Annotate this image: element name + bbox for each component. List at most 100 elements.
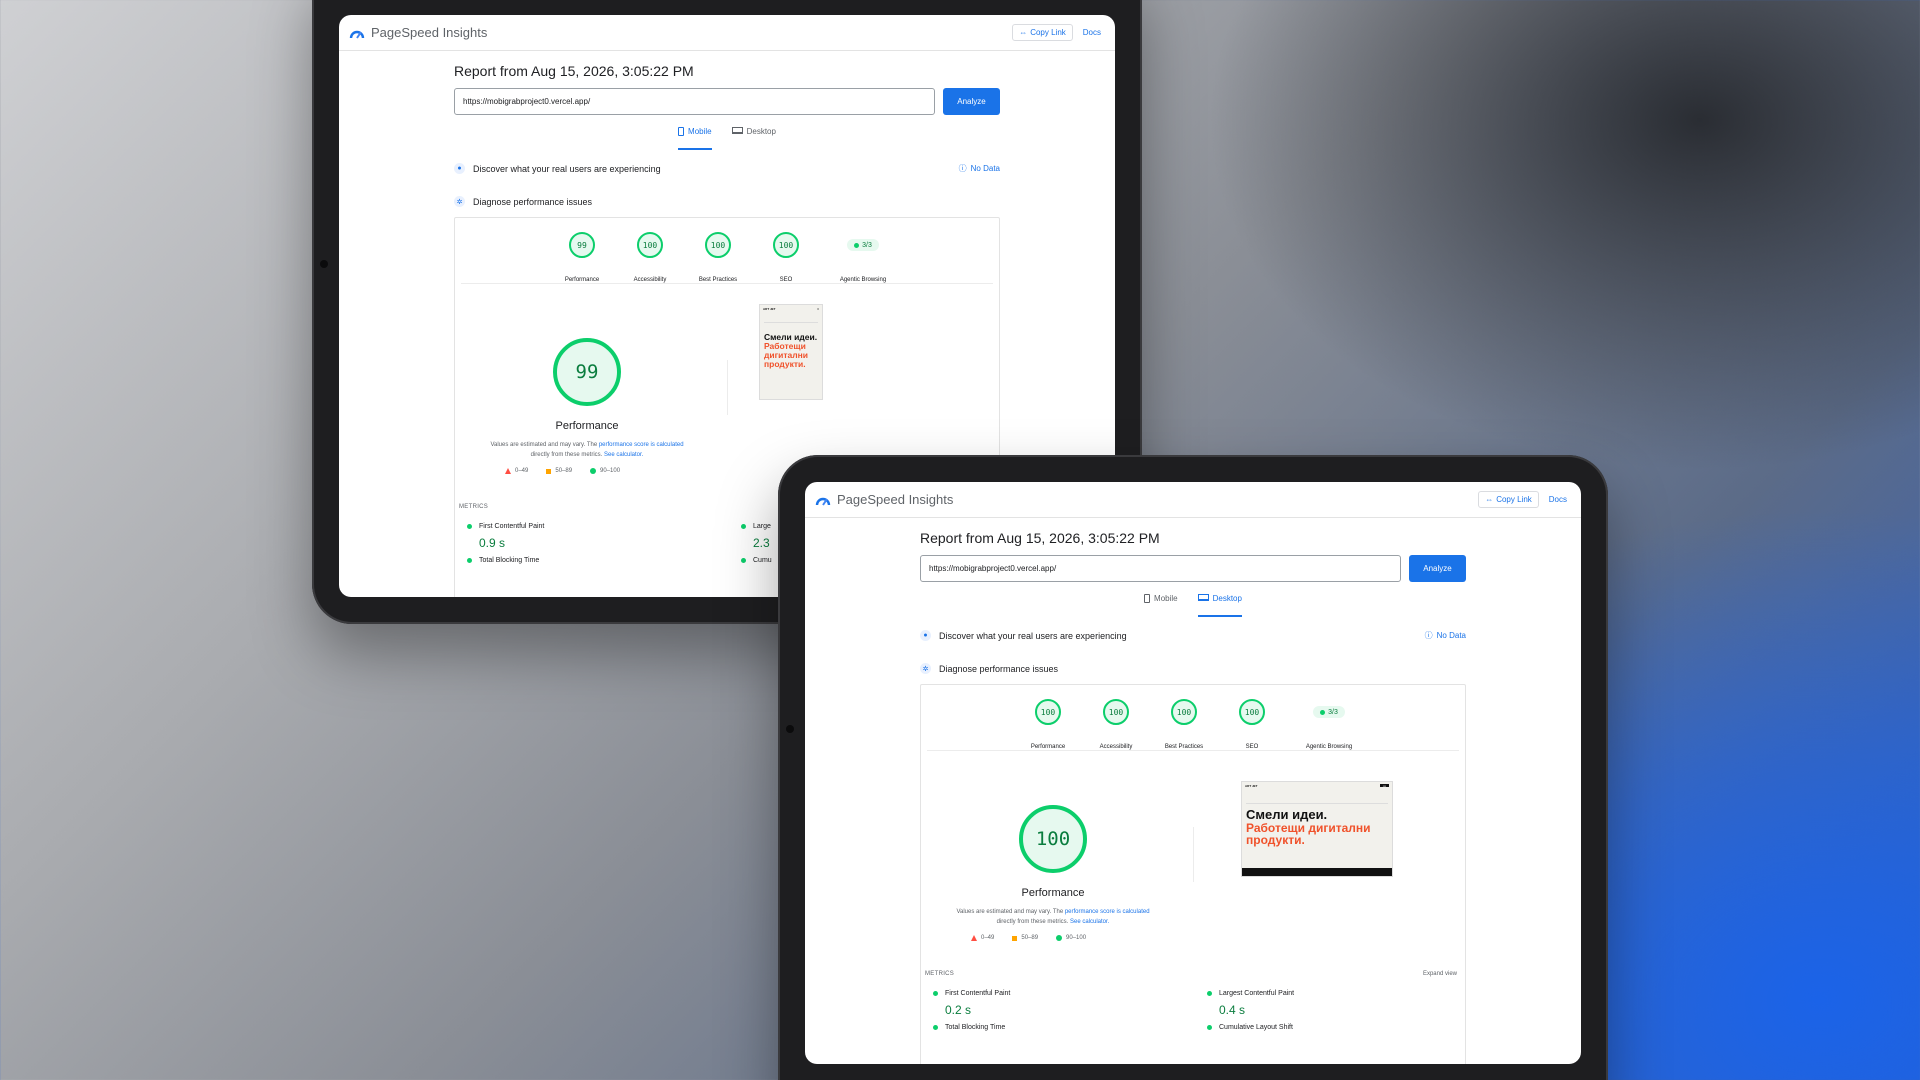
metrics-header: METRICS bbox=[925, 971, 955, 977]
gauge-agentic-browsing[interactable]: 3/3 Agentic Browsing bbox=[1299, 699, 1359, 750]
metric-lcp-value: 0.4 s bbox=[1219, 1003, 1246, 1017]
users-icon: ● bbox=[920, 630, 931, 641]
score-calc-link[interactable]: performance score is calculated bbox=[599, 442, 684, 448]
score-legend: 0–49 50–89 90–100 bbox=[505, 468, 620, 474]
pass-circle-icon bbox=[933, 1025, 938, 1030]
url-input[interactable]: https://mobigrabproject0.vercel.app/ bbox=[920, 555, 1401, 582]
see-calculator-link[interactable]: See calculator. bbox=[1070, 919, 1109, 925]
copy-link-button[interactable]: ⇔ Copy Link bbox=[1012, 24, 1073, 41]
metric-tbt: Total Blocking Time bbox=[933, 1024, 1005, 1031]
info-icon: ⓘ bbox=[1424, 631, 1433, 640]
performance-score-gauge: 99 bbox=[553, 338, 621, 406]
scores-panel: 100 Performance 100 Accessibility 100 Best … bbox=[920, 684, 1466, 1064]
no-data-link[interactable]: ⓘ No Data bbox=[959, 163, 1000, 174]
report-title: Report from Aug 15, 2026, 3:05:22 PM bbox=[454, 63, 694, 79]
pass-dot-icon bbox=[854, 242, 860, 248]
metric-cls: Cumulative Layout Shift bbox=[1207, 1024, 1293, 1031]
fail-triangle-icon bbox=[505, 468, 511, 474]
tab-desktop[interactable]: Desktop bbox=[1197, 594, 1243, 617]
device-tabs: Mobile Desktop bbox=[454, 127, 1000, 150]
gauge-best-practices[interactable]: 100 Best Practices bbox=[697, 232, 739, 283]
gauge-seo[interactable]: 100 SEO bbox=[765, 232, 807, 283]
tablet-front: PageSpeed Insights ⇔ Copy Link Docs Repor… bbox=[778, 455, 1608, 1080]
performance-label: Performance bbox=[1021, 887, 1085, 899]
metrics-header: METRICS bbox=[459, 504, 489, 510]
metric-cls: Cumu bbox=[741, 557, 772, 564]
metric-lcp-value: 2.3 bbox=[753, 536, 770, 550]
lab-data-section: ✲ Diagnose performance issues bbox=[454, 196, 1000, 207]
pass-circle-icon bbox=[741, 524, 746, 529]
analyze-button[interactable]: Analyze bbox=[1409, 555, 1466, 582]
metric-tbt: Total Blocking Time bbox=[467, 557, 539, 564]
gauge-seo[interactable]: 100 SEO bbox=[1231, 699, 1273, 750]
users-icon: ● bbox=[454, 163, 465, 174]
performance-note: Values are estimated and may vary. The p… bbox=[956, 909, 1150, 925]
score-legend: 0–49 50–89 90–100 bbox=[971, 935, 1086, 941]
metric-fcp: First Contentful Paint bbox=[933, 990, 1010, 997]
docs-link[interactable]: Docs bbox=[1079, 28, 1105, 37]
copy-link-button[interactable]: ⇔ Copy Link bbox=[1478, 491, 1539, 508]
link-icon: ⇔ bbox=[1485, 495, 1494, 504]
average-square-icon bbox=[546, 468, 552, 474]
phone-icon bbox=[678, 127, 685, 136]
fail-triangle-icon bbox=[971, 935, 977, 941]
field-data-section: ● Discover what your real users are expe… bbox=[454, 163, 1000, 174]
gauge-performance[interactable]: 100 Performance bbox=[1027, 699, 1069, 750]
metric-lcp: Large bbox=[741, 523, 771, 530]
divider bbox=[727, 360, 728, 415]
report-title: Report from Aug 15, 2026, 3:05:22 PM bbox=[920, 530, 1160, 546]
pass-circle-icon bbox=[1056, 935, 1063, 941]
docs-link[interactable]: Docs bbox=[1545, 495, 1571, 504]
average-square-icon bbox=[1012, 935, 1018, 941]
page-screenshot-mobile: ART JET ≡ Смели идеи. Работещи дигитални … bbox=[759, 304, 823, 400]
divider bbox=[1193, 827, 1194, 882]
laptop-icon bbox=[731, 127, 743, 134]
gauge-accessibility[interactable]: 100 Accessibility bbox=[1095, 699, 1137, 750]
performance-detail: 100 Performance Values are estimated and… bbox=[921, 765, 1465, 1005]
psi-screen-desktop: PageSpeed Insights ⇔ Copy Link Docs Repor… bbox=[805, 482, 1581, 1064]
pass-dot-icon bbox=[1320, 709, 1326, 715]
phone-icon bbox=[1144, 594, 1151, 603]
psi-logo-icon bbox=[349, 26, 365, 40]
category-gauges: 100 Performance 100 Accessibility 100 Best … bbox=[927, 685, 1459, 751]
expand-view-toggle[interactable]: Expand view bbox=[1423, 971, 1457, 977]
tablet-camera bbox=[786, 725, 794, 733]
see-calculator-link[interactable]: See calculator. bbox=[604, 452, 643, 458]
metric-fcp-value: 0.9 s bbox=[479, 536, 506, 550]
psi-logo-icon bbox=[815, 493, 831, 507]
pass-circle-icon bbox=[467, 524, 472, 529]
field-data-section: ● Discover what your real users are expe… bbox=[920, 630, 1466, 641]
device-tabs: Mobile Desktop bbox=[920, 594, 1466, 617]
page-screenshot-desktop: ART JET ▪▪▪ Смели идеи. Работещи дигиталн… bbox=[1241, 781, 1393, 877]
gauge-agentic-browsing[interactable]: 3/3 Agentic Browsing bbox=[833, 232, 893, 283]
gauge-accessibility[interactable]: 100 Accessibility bbox=[629, 232, 671, 283]
app-bar: PageSpeed Insights ⇔ Copy Link Docs bbox=[339, 15, 1115, 51]
tab-mobile[interactable]: Mobile bbox=[1144, 594, 1178, 614]
app-bar: PageSpeed Insights ⇔ Copy Link Docs bbox=[805, 482, 1581, 518]
pass-circle-icon bbox=[590, 468, 597, 474]
main-content: Report from Aug 15, 2026, 3:05:22 PM htt… bbox=[920, 518, 1466, 1064]
pass-circle-icon bbox=[467, 558, 472, 563]
pass-circle-icon bbox=[1207, 1025, 1212, 1030]
gauge-performance[interactable]: 99 Performance bbox=[561, 232, 603, 283]
no-data-link[interactable]: ⓘ No Data bbox=[1425, 630, 1466, 641]
pass-circle-icon bbox=[933, 991, 938, 996]
link-icon: ⇔ bbox=[1019, 28, 1028, 37]
performance-label: Performance bbox=[555, 420, 619, 432]
performance-note: Values are estimated and may vary. The p… bbox=[490, 442, 684, 458]
tablet-camera bbox=[320, 260, 328, 268]
gauge-best-practices[interactable]: 100 Best Practices bbox=[1163, 699, 1205, 750]
category-gauges: 99 Performance 100 Accessibility 100 Best P… bbox=[461, 218, 993, 284]
lab-icon: ✲ bbox=[920, 663, 931, 674]
tab-desktop[interactable]: Desktop bbox=[731, 127, 776, 147]
lab-icon: ✲ bbox=[454, 196, 465, 207]
metric-lcp: Largest Contentful Paint bbox=[1207, 990, 1294, 997]
tab-mobile[interactable]: Mobile bbox=[678, 127, 712, 150]
pass-circle-icon bbox=[1207, 991, 1212, 996]
pass-circle-icon bbox=[741, 558, 746, 563]
laptop-icon bbox=[1197, 594, 1209, 601]
score-calc-link[interactable]: performance score is calculated bbox=[1065, 909, 1150, 915]
analyze-button[interactable]: Analyze bbox=[943, 88, 1000, 115]
performance-score-gauge: 100 bbox=[1019, 805, 1087, 873]
url-input[interactable]: https://mobigrabproject0.vercel.app/ bbox=[454, 88, 935, 115]
